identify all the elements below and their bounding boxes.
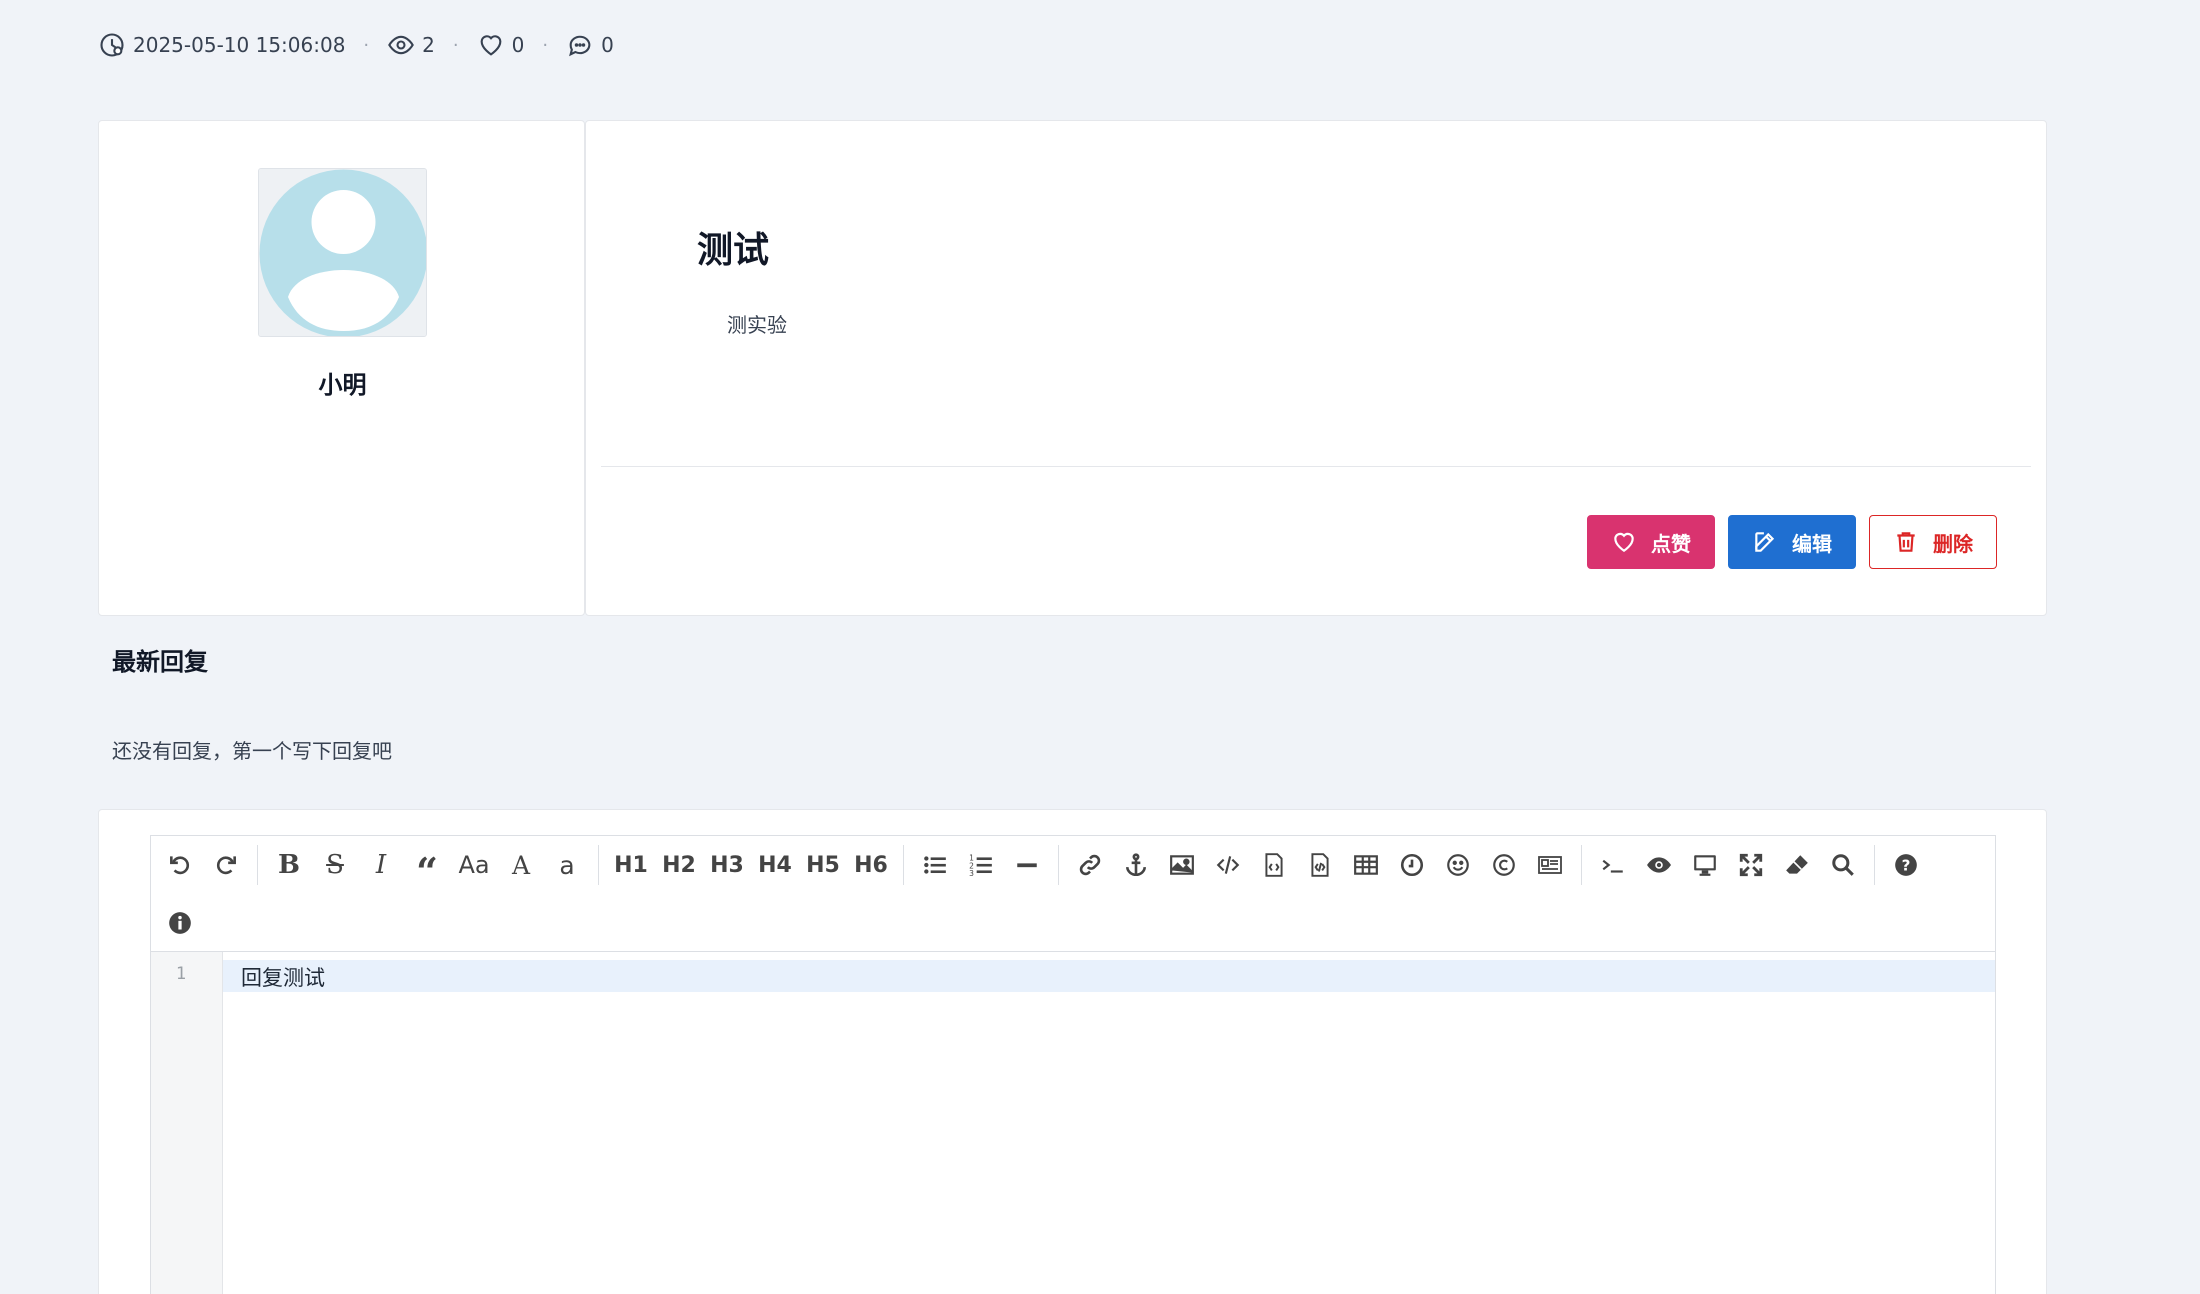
goto-line-icon[interactable] bbox=[1590, 842, 1636, 888]
link-icon[interactable] bbox=[1067, 842, 1113, 888]
editor-code-area[interactable]: 1 回复测试 bbox=[151, 952, 1995, 1294]
editor-content-line[interactable]: 回复测试 bbox=[241, 962, 325, 992]
datetime-text: 2025-05-10 15:06:08 bbox=[133, 33, 346, 57]
reply-editor-card: B S I “ Aa A a H1 H2 H3 H4 H5 H6 123 ? 1… bbox=[98, 809, 2047, 1294]
svg-text:3: 3 bbox=[969, 869, 974, 878]
post-title: 测试 bbox=[697, 230, 770, 271]
capitalize-icon[interactable]: A bbox=[498, 842, 544, 888]
edit-button-label: 编辑 bbox=[1792, 531, 1832, 556]
divider bbox=[601, 466, 2031, 467]
info-icon[interactable] bbox=[157, 900, 203, 946]
post-body: 测实验 bbox=[727, 313, 787, 337]
h4-button[interactable]: H4 bbox=[751, 842, 799, 888]
heart-icon bbox=[480, 35, 502, 56]
views-count: 2 bbox=[422, 33, 435, 57]
search-icon[interactable] bbox=[1820, 842, 1866, 888]
h6-button[interactable]: H6 bbox=[847, 842, 895, 888]
redo-icon[interactable] bbox=[203, 842, 249, 888]
trash-icon bbox=[1897, 532, 1915, 552]
lowercase-icon[interactable]: a bbox=[544, 842, 590, 888]
strikethrough-icon[interactable]: S bbox=[312, 842, 358, 888]
edit-icon bbox=[1755, 532, 1775, 552]
preview-icon[interactable] bbox=[1682, 842, 1728, 888]
horizontal-rule-icon[interactable] bbox=[1004, 842, 1050, 888]
fullscreen-icon[interactable] bbox=[1728, 842, 1774, 888]
toolbar-divider bbox=[598, 845, 599, 885]
toolbar-divider bbox=[903, 845, 904, 885]
meta-views: 2 bbox=[387, 31, 435, 59]
table-icon[interactable] bbox=[1343, 842, 1389, 888]
like-button[interactable]: 点赞 bbox=[1587, 515, 1715, 569]
clock-icon bbox=[100, 33, 124, 57]
comment-icon bbox=[569, 35, 591, 57]
code-block-icon[interactable] bbox=[1297, 842, 1343, 888]
meta-comments: 0 bbox=[566, 31, 614, 59]
toolbar-divider bbox=[1058, 845, 1059, 885]
h1-button[interactable]: H1 bbox=[607, 842, 655, 888]
active-line-highlight bbox=[223, 960, 1995, 992]
pagebreak-icon[interactable] bbox=[1527, 842, 1573, 888]
replies-empty-text: 还没有回复，第一个写下回复吧 bbox=[112, 739, 392, 763]
eye-icon bbox=[388, 35, 415, 55]
delete-button[interactable]: 删除 bbox=[1869, 515, 1997, 569]
help-icon[interactable]: ? bbox=[1883, 842, 1929, 888]
html-entities-icon[interactable] bbox=[1481, 842, 1527, 888]
image-icon[interactable] bbox=[1159, 842, 1205, 888]
meta-separator: · bbox=[452, 34, 459, 56]
line-number: 1 bbox=[175, 964, 187, 984]
h5-button[interactable]: H5 bbox=[799, 842, 847, 888]
edit-button[interactable]: 编辑 bbox=[1728, 515, 1856, 569]
comments-count: 0 bbox=[601, 33, 614, 57]
code-icon[interactable] bbox=[1205, 842, 1251, 888]
bold-icon[interactable]: B bbox=[266, 842, 312, 888]
meta-datetime: 2025-05-10 15:06:08 bbox=[98, 31, 345, 59]
italic-icon[interactable]: I bbox=[358, 842, 404, 888]
editor-toolbar: B S I “ Aa A a H1 H2 H3 H4 H5 H6 123 ? bbox=[151, 836, 1995, 952]
emoji-icon[interactable] bbox=[1435, 842, 1481, 888]
unordered-list-icon[interactable] bbox=[912, 842, 958, 888]
eraser-icon[interactable] bbox=[1774, 842, 1820, 888]
h3-button[interactable]: H3 bbox=[703, 842, 751, 888]
toolbar-divider bbox=[1581, 845, 1582, 885]
likes-count: 0 bbox=[511, 33, 525, 57]
post-meta-bar: 2025-05-10 15:06:08 · 2 · 0 · 0 bbox=[98, 28, 614, 62]
replies-section-title: 最新回复 bbox=[112, 648, 208, 676]
line-number-gutter: 1 bbox=[151, 952, 223, 1294]
ordered-list-icon[interactable]: 123 bbox=[958, 842, 1004, 888]
meta-separator: · bbox=[363, 34, 370, 56]
heart-icon bbox=[1614, 532, 1634, 552]
toolbar-divider bbox=[1874, 845, 1875, 885]
preformatted-code-icon[interactable] bbox=[1251, 842, 1297, 888]
quote-icon[interactable]: “ bbox=[404, 842, 450, 891]
watch-icon[interactable] bbox=[1636, 842, 1682, 888]
anchor-icon[interactable] bbox=[1113, 842, 1159, 888]
uppercase-icon[interactable]: Aa bbox=[450, 842, 498, 888]
datetime-icon[interactable] bbox=[1389, 842, 1435, 888]
like-button-label: 点赞 bbox=[1651, 531, 1691, 556]
post-card: 测试 测实验 点赞 编辑 删除 bbox=[585, 120, 2047, 616]
toolbar-divider bbox=[257, 845, 258, 885]
toolbar-row: B S I “ Aa A a H1 H2 H3 H4 H5 H6 123 ? bbox=[157, 836, 1989, 894]
undo-icon[interactable] bbox=[157, 842, 203, 888]
h2-button[interactable]: H2 bbox=[655, 842, 703, 888]
toolbar-row bbox=[157, 894, 1989, 952]
avatar bbox=[258, 168, 427, 337]
markdown-editor: B S I “ Aa A a H1 H2 H3 H4 H5 H6 123 ? 1… bbox=[150, 835, 1996, 1294]
delete-button-label: 删除 bbox=[1933, 531, 1973, 556]
author-name: 小明 bbox=[318, 371, 367, 399]
meta-likes: 0 bbox=[477, 31, 525, 59]
author-card: 小明 bbox=[98, 120, 585, 616]
svg-text:?: ? bbox=[1902, 856, 1911, 874]
meta-separator: · bbox=[542, 34, 549, 56]
user-avatar-icon bbox=[259, 169, 426, 336]
